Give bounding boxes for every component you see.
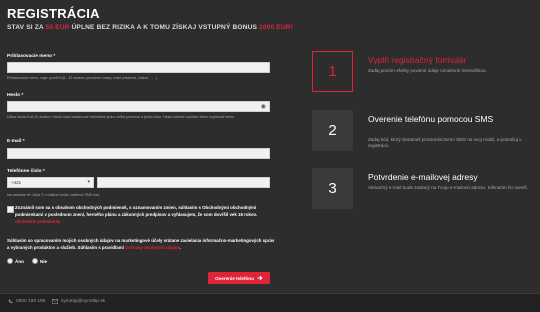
radio-dot[interactable]: [7, 258, 13, 264]
mail-icon: [52, 299, 58, 304]
terms-body: Zoznámil som sa s obsahom obchodných pod…: [15, 205, 257, 217]
consent-text: Súhlasím so spracovaním mojich osobných …: [7, 238, 277, 252]
username-label: Prihlasovacie meno *: [7, 54, 56, 59]
step-number: 2: [312, 110, 353, 151]
consent-no-radio[interactable]: Nie: [31, 258, 48, 264]
phone-prefix-select[interactable]: +421 ▾: [7, 177, 94, 188]
eye-icon[interactable]: ◉: [261, 104, 266, 110]
verify-phone-button[interactable]: Overenie telefónu: [208, 272, 270, 284]
registration-page: REGISTRÁCIA STAV SI ZA 50 EUR ÚPLNE BEZ …: [0, 0, 540, 293]
radio-dot[interactable]: [31, 258, 38, 264]
arrow-right-icon: [257, 275, 263, 281]
terms-checkbox[interactable]: [7, 206, 14, 213]
yes-label: Áno: [15, 258, 24, 264]
submit-label: Overenie telefónu: [215, 275, 254, 281]
footer-email[interactable]: synottip@synottip.sk: [52, 299, 105, 304]
password-input[interactable]: ◉: [7, 101, 270, 112]
email-input[interactable]: [7, 148, 270, 159]
step-title: Potvrdenie e-mailovej adresy: [368, 172, 478, 182]
no-label: Nie: [39, 258, 48, 264]
bonus-subtitle: STAV SI ZA 50 EUR ÚPLNE BEZ RIZIKA A K T…: [7, 24, 293, 31]
terms-link[interactable]: obchodné podmienky: [15, 219, 60, 224]
step-text: Zadaj prosím všetky povinné údaje označe…: [368, 68, 487, 73]
consent-radio-group: Áno Nie: [7, 258, 47, 264]
step-text: Aktivačný e-mail bude zaslaný na Tvoju e…: [368, 185, 529, 190]
consent-yes-radio[interactable]: Áno: [7, 258, 24, 264]
step-number: 3: [312, 168, 353, 209]
phone-label: Telefónne číslo *: [7, 169, 45, 174]
password-hint: Dĺžka hesla 6 až 20 znakov. Heslo musí o…: [7, 115, 235, 119]
footer-phone-text: 0800 198 198: [16, 299, 46, 304]
step-text: Zadaj kód, ktorý dostaneš prostredníctvo…: [368, 137, 522, 149]
username-hint: Prihlasovacie meno, napr. jozef24 (8 - 1…: [7, 76, 158, 80]
step-number: 1: [312, 51, 353, 92]
subtitle-amount2: 1000 EUR!: [259, 24, 294, 31]
username-input[interactable]: [7, 62, 270, 73]
footer-phone[interactable]: 0800 198 198: [8, 299, 45, 304]
chevron-down-icon: ▾: [87, 179, 90, 185]
subtitle-amount1: 50 EUR: [45, 24, 70, 31]
step-title: Overenie telefónu pomocou SMS: [368, 114, 494, 124]
page-title: REGISTRÁCIA: [7, 6, 100, 21]
step-title: Vyplň registračný formulár: [368, 55, 467, 65]
password-label: Heslo *: [7, 93, 24, 98]
consent-end: .: [179, 244, 182, 250]
phone-icon: [8, 299, 13, 304]
subtitle-part2: ÚPLNE BEZ RIZIKA A K TOMU ZÍSKAJ VSTUPNÝ…: [69, 24, 260, 31]
terms-text: Zoznámil som sa s obsahom obchodných pod…: [15, 205, 265, 225]
phone-hint: Na zaslanie tel. čísla Ti v ďalšom kroku…: [7, 193, 101, 197]
privacy-link[interactable]: Ochrany osobných údajov: [125, 245, 180, 250]
email-label: E-mail *: [7, 139, 25, 144]
phone-input[interactable]: [97, 177, 270, 188]
footer-email-text: synottip@synottip.sk: [61, 299, 106, 304]
footer: 0800 198 198 synottip@synottip.sk: [0, 293, 540, 312]
phone-prefix-value: +421: [11, 180, 22, 185]
subtitle-part1: STAV SI ZA: [7, 24, 46, 31]
